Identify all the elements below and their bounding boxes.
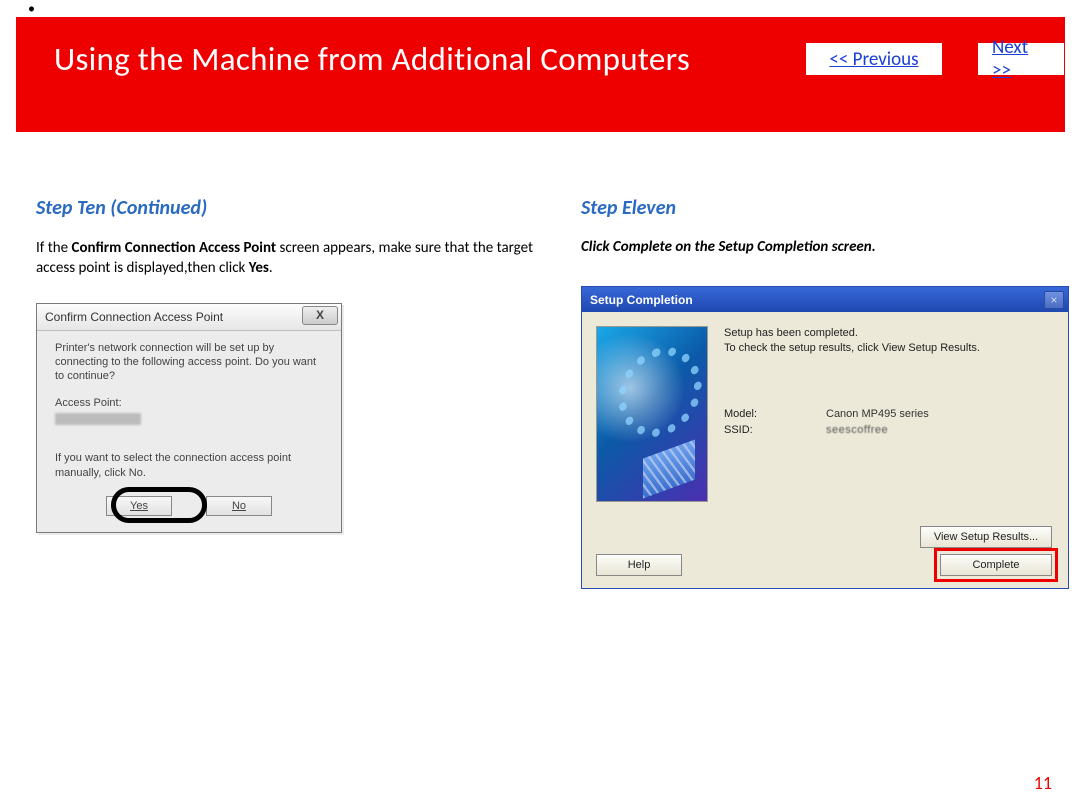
page-number: 11 xyxy=(1034,772,1052,794)
setup-complete-text: Setup has been completed. To check the s… xyxy=(724,326,1052,356)
text-fragment: If the xyxy=(36,239,72,257)
setup-completion-dialog: Setup Completion × Setup has been comple… xyxy=(581,286,1069,589)
view-setup-results-button[interactable]: View Setup Results... xyxy=(920,526,1052,548)
setup-details: Model: Canon MP495 series SSID: seescoff… xyxy=(724,408,1052,436)
help-button[interactable]: Help xyxy=(596,554,682,576)
step-ten-heading: Step Ten (Continued) xyxy=(36,196,536,220)
dialog-bottom-row: Help Complete xyxy=(596,554,1052,576)
msg-line-2: To check the setup results, click View S… xyxy=(724,341,1052,356)
dialog-button-row: Yes No xyxy=(55,496,323,518)
right-column: Step Eleven Click Complete on the Setup … xyxy=(581,196,1071,589)
model-label: Model: xyxy=(724,408,816,420)
dialog-message-2: If you want to select the connection acc… xyxy=(55,451,323,480)
yes-button[interactable]: Yes xyxy=(106,496,172,516)
bullet-dot: • xyxy=(28,0,35,17)
detail-row-model: Model: Canon MP495 series xyxy=(724,408,1052,420)
dialog-message-1: Printer's network connection will be set… xyxy=(55,341,323,384)
dialog-body: Printer's network connection will be set… xyxy=(37,331,341,532)
previous-button[interactable]: << Previous xyxy=(806,43,942,75)
complete-button-wrap: Complete xyxy=(940,554,1052,576)
close-icon[interactable]: × xyxy=(1044,291,1064,309)
dialog-title-text: Setup Completion xyxy=(590,293,693,307)
dialog-title-text: Confirm Connection Access Point xyxy=(45,310,223,324)
complete-button[interactable]: Complete xyxy=(940,554,1052,576)
access-point-value-redacted xyxy=(55,413,141,425)
close-icon[interactable]: X xyxy=(302,306,338,325)
bold-screen-name: Confirm Connection Access Point xyxy=(72,239,277,257)
dialog-titlebar: Confirm Connection Access Point X xyxy=(37,304,341,331)
next-button[interactable]: Next >> xyxy=(978,43,1064,75)
text-fragment: . xyxy=(269,259,273,277)
dialog-body: Setup has been completed. To check the s… xyxy=(582,312,1068,588)
step-ten-paragraph: If the Confirm Connection Access Point s… xyxy=(36,238,536,279)
ssid-value: seescoffree xyxy=(826,424,888,436)
dialog-titlebar: Setup Completion × xyxy=(582,287,1068,312)
header-banner: Using the Machine from Additional Comput… xyxy=(16,17,1065,132)
ssid-label: SSID: xyxy=(724,424,816,436)
bold-yes: Yes xyxy=(249,259,269,277)
msg-line-1: Setup has been completed. xyxy=(724,326,1052,341)
access-point-label: Access Point: xyxy=(55,397,323,409)
no-button[interactable]: No xyxy=(206,496,272,516)
model-value: Canon MP495 series xyxy=(826,408,929,420)
confirm-connection-dialog: Confirm Connection Access Point X Printe… xyxy=(36,303,342,533)
detail-row-ssid: SSID: seescoffree xyxy=(724,424,1052,436)
step-eleven-heading: Step Eleven xyxy=(581,196,1071,220)
step-eleven-instruction: Click Complete on the Setup Completion s… xyxy=(581,238,1071,256)
page-title: Using the Machine from Additional Comput… xyxy=(54,39,690,79)
left-column: Step Ten (Continued) If the Confirm Conn… xyxy=(36,196,536,533)
setup-illustration xyxy=(596,326,708,502)
